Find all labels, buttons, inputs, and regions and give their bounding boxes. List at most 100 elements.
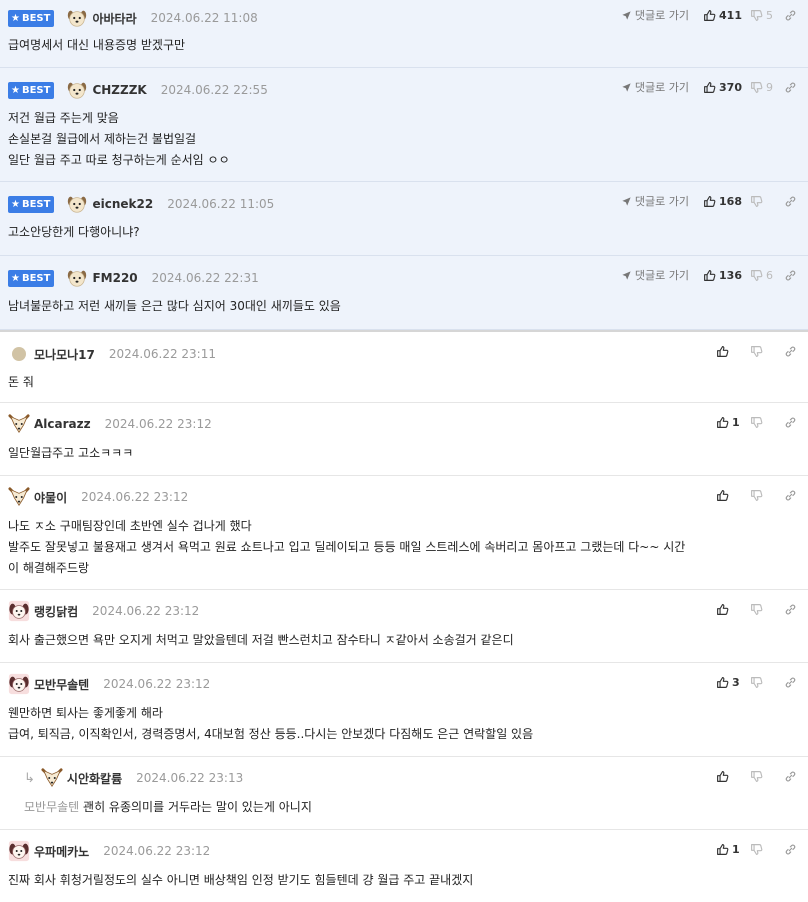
like-button[interactable]: 1 <box>716 843 742 856</box>
nickname[interactable]: 시안화칼륨 <box>67 770 122 787</box>
thumbs-up-icon <box>716 843 729 856</box>
copy-link-button[interactable] <box>784 676 800 689</box>
avatar[interactable] <box>8 840 30 862</box>
comment-list: ★ BEST 아바타라 2024.06.22 11:08 댓글로 가기 411 5… <box>0 0 808 902</box>
avatar[interactable] <box>8 673 30 695</box>
copy-link-button[interactable] <box>784 81 800 94</box>
thumbs-down-icon <box>750 843 763 856</box>
star-icon: ★ <box>11 272 20 284</box>
timestamp: 2024.06.22 23:12 <box>92 604 200 618</box>
timestamp: 2024.06.22 23:12 <box>103 677 211 691</box>
timestamp: 2024.06.22 11:05 <box>167 197 275 211</box>
like-button[interactable]: 411 <box>703 9 742 22</box>
like-button[interactable]: 136 <box>703 269 742 282</box>
like-button[interactable] <box>716 770 742 783</box>
goto-comment-link[interactable]: 댓글로 가기 <box>621 7 689 23</box>
copy-link-button[interactable] <box>784 345 800 358</box>
reply-arrow-icon: ↳ <box>24 770 35 786</box>
thumbs-down-icon <box>750 9 763 22</box>
nickname[interactable]: eicnek22 <box>92 197 153 211</box>
dislike-button[interactable] <box>750 416 776 429</box>
link-icon <box>784 489 797 502</box>
mention[interactable]: 모반무솔텐 <box>24 800 79 814</box>
like-button[interactable]: 3 <box>716 676 742 689</box>
dislike-button[interactable] <box>750 676 776 689</box>
dislike-button[interactable] <box>750 489 776 502</box>
copy-link-button[interactable] <box>784 269 800 282</box>
thumbs-down-icon <box>750 770 763 783</box>
like-button[interactable] <box>716 603 742 616</box>
comment-body: 남녀불문하고 저런 새끼들 은근 많다 심지어 30대인 새끼들도 있음 <box>8 299 341 313</box>
avatar[interactable] <box>12 347 26 361</box>
nickname[interactable]: 우파메카노 <box>34 843 89 860</box>
copy-link-button[interactable] <box>784 603 800 616</box>
thumbs-down-icon <box>750 489 763 502</box>
like-button[interactable]: 370 <box>703 81 742 94</box>
goto-comment-link[interactable]: 댓글로 가기 <box>621 193 689 209</box>
thumbs-up-icon <box>716 416 729 429</box>
nickname[interactable]: 모반무솔텐 <box>34 676 89 693</box>
best-badge: ★ BEST <box>8 195 55 213</box>
avatar[interactable] <box>66 79 88 101</box>
send-icon <box>621 82 632 93</box>
thumbs-down-icon <box>750 195 763 208</box>
timestamp: 2024.06.22 22:55 <box>160 83 268 97</box>
star-icon: ★ <box>11 12 20 24</box>
nickname[interactable]: 랭킹닭컴 <box>34 603 78 620</box>
comment: 모나모나17 2024.06.22 23:11 돈 줘 <box>0 332 808 403</box>
dislike-button[interactable]: 6 <box>750 269 776 282</box>
like-button[interactable] <box>716 489 742 502</box>
goto-comment-link[interactable]: 댓글로 가기 <box>621 79 689 95</box>
nickname[interactable]: 야물이 <box>34 489 67 506</box>
dislike-button[interactable]: 9 <box>750 81 776 94</box>
avatar[interactable] <box>66 193 88 215</box>
dislike-button[interactable] <box>750 770 776 783</box>
timestamp: 2024.06.22 23:12 <box>103 844 211 858</box>
copy-link-button[interactable] <box>784 489 800 502</box>
like-button[interactable]: 168 <box>703 195 742 208</box>
avatar[interactable] <box>8 600 30 622</box>
nickname[interactable]: 모나모나17 <box>34 346 95 363</box>
thumbs-up-icon <box>716 676 729 689</box>
comment-body: 저건 월급 주는게 맞음 손실본걸 월급에서 제하는건 불법일걸 일단 월급 주… <box>8 111 230 167</box>
nickname[interactable]: Alcarazz <box>34 417 91 431</box>
dislike-button[interactable] <box>750 843 776 856</box>
thumbs-up-icon <box>716 489 729 502</box>
avatar[interactable] <box>66 7 88 29</box>
best-comment: ★ BEST eicnek22 2024.06.22 11:05 댓글로 가기 1… <box>0 182 808 256</box>
like-button[interactable] <box>716 345 742 358</box>
best-comment: ★ BEST FM220 2024.06.22 22:31 댓글로 가기 136 … <box>0 256 808 330</box>
nickname[interactable]: FM220 <box>92 271 137 285</box>
thumbs-up-icon <box>716 603 729 616</box>
dislike-button[interactable] <box>750 345 776 358</box>
timestamp: 2024.06.22 11:08 <box>150 11 258 25</box>
like-button[interactable]: 1 <box>716 416 742 429</box>
avatar[interactable] <box>41 767 63 789</box>
thumbs-down-icon <box>750 269 763 282</box>
copy-link-button[interactable] <box>784 9 800 22</box>
nickname[interactable]: 아바타라 <box>92 10 136 27</box>
copy-link-button[interactable] <box>784 770 800 783</box>
comment-body: 나도 ㅈ소 구매팀장인데 초반엔 실수 겁나게 했다 발주도 잘못넣고 불용재고… <box>8 519 686 575</box>
dislike-button[interactable] <box>750 603 776 616</box>
copy-link-button[interactable] <box>784 195 800 208</box>
star-icon: ★ <box>11 84 20 96</box>
copy-link-button[interactable] <box>784 416 800 429</box>
thumbs-down-icon <box>750 676 763 689</box>
thumbs-up-icon <box>703 195 716 208</box>
link-icon <box>784 195 797 208</box>
link-icon <box>784 676 797 689</box>
dislike-button[interactable]: 5 <box>750 9 776 22</box>
dislike-button[interactable] <box>750 195 776 208</box>
avatar[interactable] <box>8 486 30 508</box>
copy-link-button[interactable] <box>784 843 800 856</box>
avatar[interactable] <box>66 267 88 289</box>
nickname[interactable]: CHZZZK <box>92 83 146 97</box>
comment-body: 돈 줘 <box>8 375 34 389</box>
goto-comment-link[interactable]: 댓글로 가기 <box>621 267 689 283</box>
thumbs-down-icon <box>750 345 763 358</box>
comment-body: 고소안당한게 다행아니냐? <box>8 225 140 239</box>
thumbs-up-icon <box>703 269 716 282</box>
thumbs-down-icon <box>750 81 763 94</box>
avatar[interactable] <box>8 413 30 435</box>
